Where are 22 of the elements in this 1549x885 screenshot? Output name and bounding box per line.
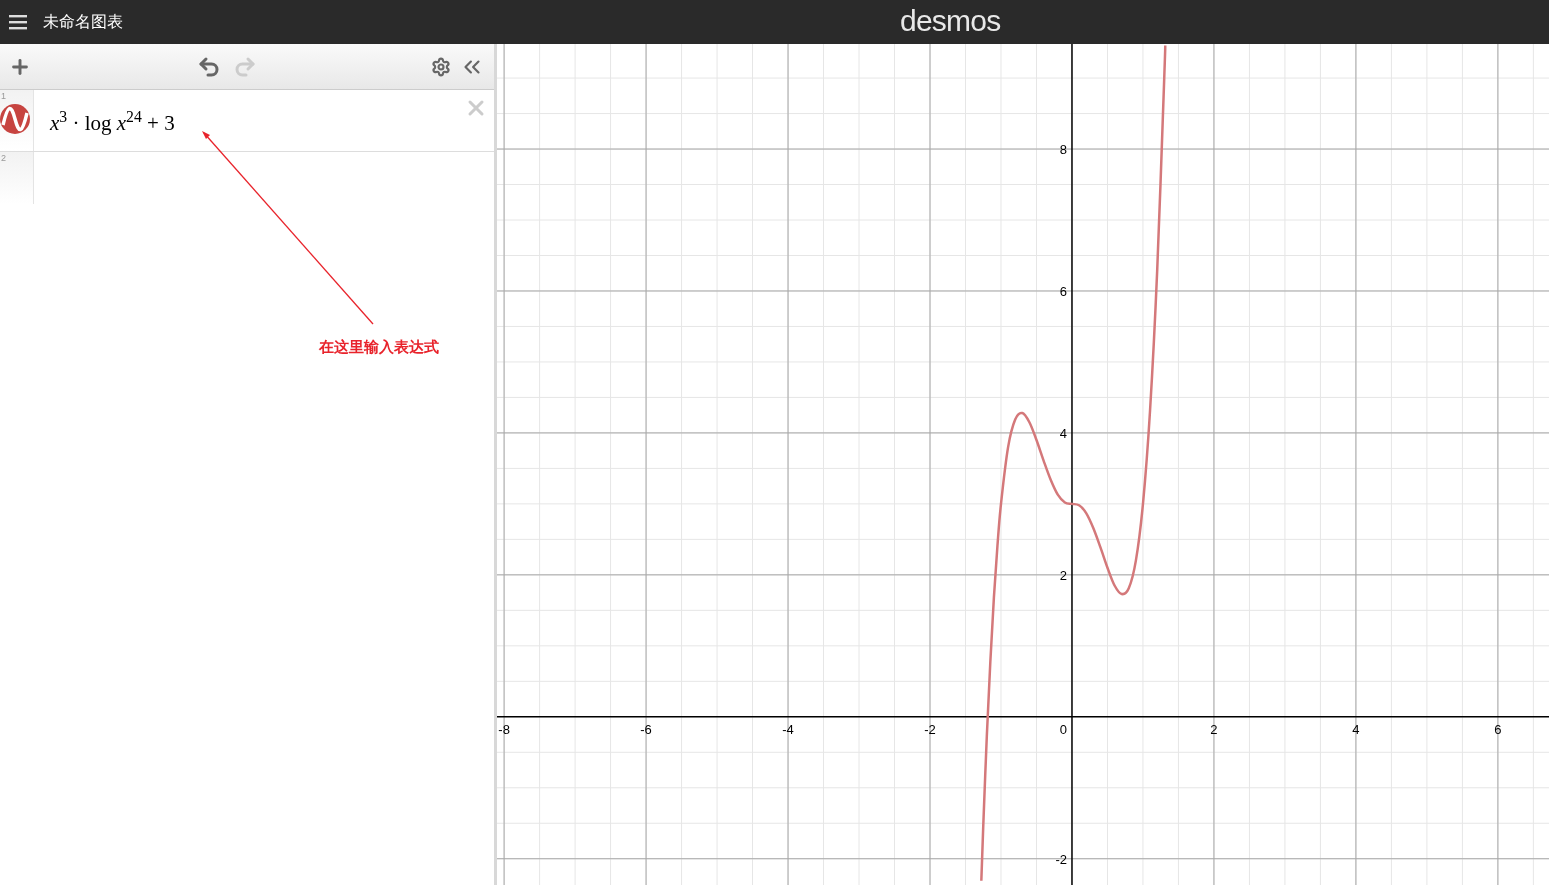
tick-label: 2 <box>1059 567 1067 583</box>
tick-label: 4 <box>1352 721 1360 737</box>
expression-input[interactable]: x$^{3}$ · log x$^{24}$ + 3 <box>50 108 175 138</box>
settings-icon[interactable] <box>431 56 451 77</box>
tick-label: -2 <box>924 721 936 737</box>
annotation-label: 在这里输入表达式 <box>319 337 439 357</box>
tick-label: 2 <box>1210 721 1218 737</box>
graph-title[interactable]: 未命名图表 <box>43 10 123 34</box>
graph-wave-icon[interactable] <box>0 104 30 134</box>
tick-label: -4 <box>782 721 794 737</box>
logo: desmos <box>900 3 1001 39</box>
tick-label: 8 <box>1059 142 1067 158</box>
tick-label: 0 <box>1059 721 1067 737</box>
tick-label: -2 <box>1055 851 1067 867</box>
menu-icon[interactable] <box>9 14 27 30</box>
tick-label: 4 <box>1059 425 1067 441</box>
tick-label: -6 <box>640 721 652 737</box>
tick-label: 6 <box>1059 284 1067 299</box>
tick-label: -8 <box>498 721 510 737</box>
line-number: 1 <box>1 90 6 103</box>
line-number: 2 <box>1 152 6 165</box>
tick-label: 6 <box>1494 721 1502 737</box>
